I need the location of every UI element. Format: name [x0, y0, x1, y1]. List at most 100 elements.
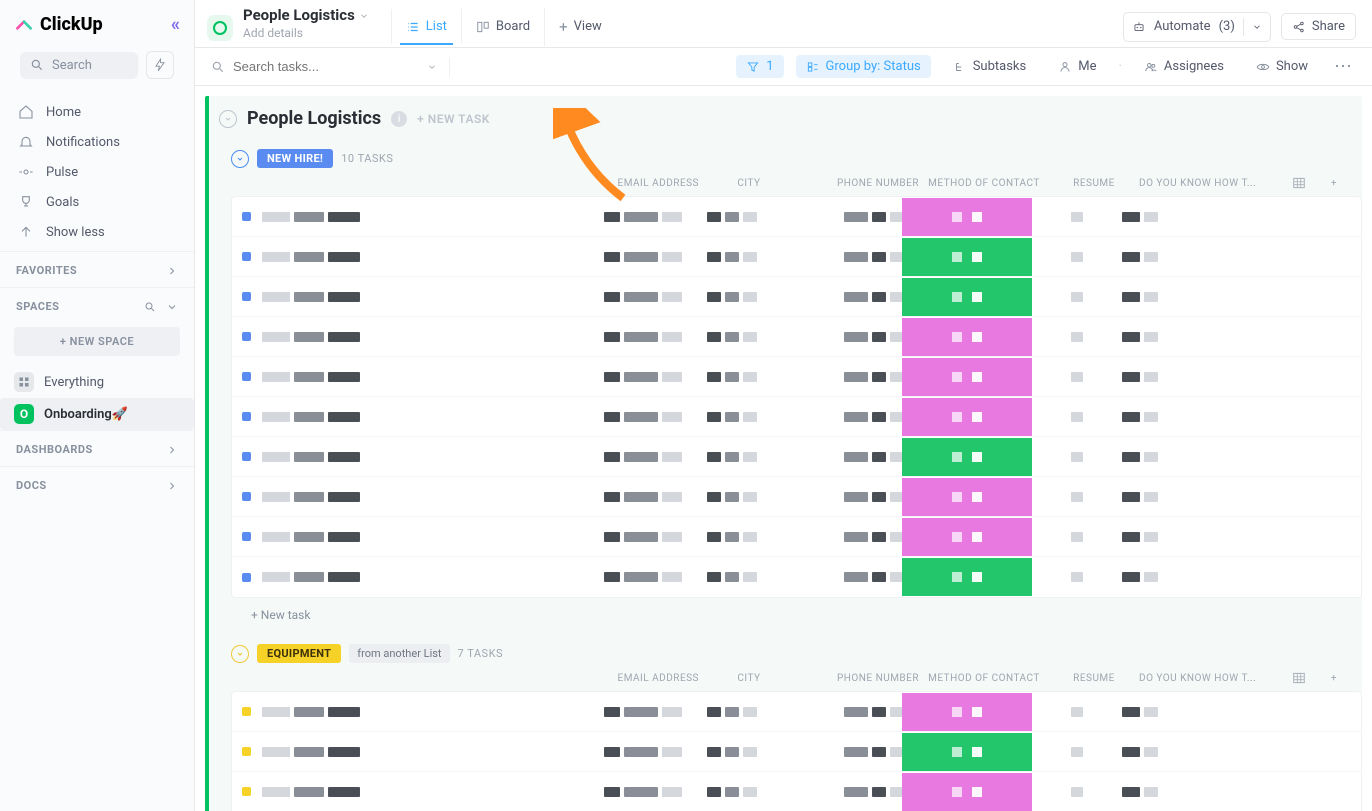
- nav-home[interactable]: Home: [0, 97, 194, 127]
- col-know[interactable]: DO YOU KNOW HOW T...: [1139, 178, 1279, 189]
- list-status-chip[interactable]: [207, 15, 233, 41]
- page-title[interactable]: People Logistics: [243, 6, 355, 26]
- status-pill[interactable]: EQUIPMENT: [257, 644, 341, 663]
- status-square[interactable]: [242, 372, 251, 381]
- status-square[interactable]: [242, 292, 251, 301]
- tab-list[interactable]: List: [391, 9, 461, 44]
- sidebar-collapse-icon[interactable]: «: [171, 14, 180, 35]
- task-search[interactable]: [211, 59, 411, 74]
- method-of-contact-cell[interactable]: [902, 733, 1032, 771]
- status-pill[interactable]: NEW HIRE!: [257, 149, 333, 168]
- method-of-contact-cell[interactable]: [902, 693, 1032, 731]
- status-square[interactable]: [242, 787, 251, 796]
- task-search-input[interactable]: [233, 59, 373, 74]
- task-row[interactable]: [232, 237, 1361, 277]
- task-row[interactable]: [232, 317, 1361, 357]
- collapse-group-icon[interactable]: [231, 645, 249, 663]
- search-icon[interactable]: [144, 301, 156, 313]
- share-button[interactable]: Share: [1281, 13, 1356, 40]
- status-square[interactable]: [242, 707, 251, 716]
- docs-section[interactable]: DOCS: [0, 466, 194, 502]
- nav-notifications[interactable]: Notifications: [0, 127, 194, 157]
- nav-goals[interactable]: Goals: [0, 187, 194, 217]
- col-email[interactable]: EMAIL ADDRESS: [559, 178, 699, 189]
- task-row[interactable]: [232, 477, 1361, 517]
- method-of-contact-cell[interactable]: [902, 773, 1032, 811]
- new-task-button[interactable]: + New task: [231, 598, 1362, 622]
- status-square[interactable]: [242, 412, 251, 421]
- method-of-contact-cell[interactable]: [902, 398, 1032, 436]
- add-view-button[interactable]: + View: [544, 8, 616, 46]
- add-column-icon[interactable]: +: [1331, 673, 1337, 684]
- method-of-contact-cell[interactable]: [902, 518, 1032, 556]
- task-row[interactable]: [232, 732, 1361, 772]
- new-task-ghost[interactable]: + NEW TASK: [417, 112, 490, 126]
- col-city[interactable]: CITY: [699, 178, 799, 189]
- tab-board[interactable]: Board: [461, 9, 544, 44]
- method-of-contact-cell[interactable]: [902, 438, 1032, 476]
- col-resume[interactable]: RESUME: [1049, 178, 1139, 189]
- col-moc[interactable]: METHOD OF CONTACT: [919, 673, 1049, 684]
- status-square[interactable]: [242, 212, 251, 221]
- assignees-chip[interactable]: Assignees: [1134, 55, 1234, 78]
- task-row[interactable]: [232, 692, 1361, 732]
- dashboards-section[interactable]: DASHBOARDS: [0, 430, 194, 466]
- status-square[interactable]: [242, 573, 251, 582]
- show-chip[interactable]: Show: [1246, 55, 1318, 78]
- task-row[interactable]: [232, 357, 1361, 397]
- quick-action-button[interactable]: [146, 51, 174, 79]
- col-city[interactable]: CITY: [699, 673, 799, 684]
- col-email[interactable]: EMAIL ADDRESS: [559, 673, 699, 684]
- subtasks-chip[interactable]: Subtasks: [943, 55, 1037, 78]
- task-row[interactable]: [232, 277, 1361, 317]
- page-subtitle[interactable]: Add details: [243, 26, 369, 42]
- sidebar-search[interactable]: Search: [20, 52, 138, 79]
- nav-show-less[interactable]: Show less: [0, 217, 194, 247]
- more-options[interactable]: ⋯: [1330, 56, 1356, 77]
- status-square[interactable]: [242, 492, 251, 501]
- space-onboarding[interactable]: O Onboarding🚀: [0, 398, 194, 430]
- status-square[interactable]: [242, 747, 251, 756]
- favorites-section[interactable]: FAVORITES: [0, 251, 194, 287]
- status-square[interactable]: [242, 452, 251, 461]
- task-row[interactable]: [232, 517, 1361, 557]
- nav-pulse[interactable]: Pulse: [0, 157, 194, 187]
- new-space-button[interactable]: + NEW SPACE: [14, 327, 180, 356]
- col-phone[interactable]: PHONE NUMBER: [799, 178, 919, 189]
- collapse-group-icon[interactable]: [231, 150, 249, 168]
- method-of-contact-cell[interactable]: [902, 358, 1032, 396]
- method-of-contact-cell[interactable]: [902, 238, 1032, 276]
- from-list-badge[interactable]: from another List: [349, 644, 449, 663]
- task-row[interactable]: [232, 397, 1361, 437]
- status-square[interactable]: [242, 532, 251, 541]
- col-resume[interactable]: RESUME: [1049, 673, 1139, 684]
- method-of-contact-cell[interactable]: [902, 558, 1032, 596]
- chevron-down-icon[interactable]: [359, 11, 369, 21]
- table-icon[interactable]: [1292, 671, 1306, 685]
- info-icon[interactable]: i: [391, 111, 407, 127]
- method-of-contact-cell[interactable]: [902, 318, 1032, 356]
- method-of-contact-cell[interactable]: [902, 278, 1032, 316]
- me-chip[interactable]: Me: [1048, 55, 1106, 78]
- table-icon[interactable]: [1292, 176, 1306, 190]
- groupby-chip[interactable]: Group by: Status: [796, 55, 931, 78]
- status-square[interactable]: [242, 332, 251, 341]
- task-row[interactable]: [232, 437, 1361, 477]
- add-column-icon[interactable]: +: [1331, 178, 1337, 189]
- status-square[interactable]: [242, 252, 251, 261]
- collapse-list-icon[interactable]: [219, 110, 237, 128]
- chevron-down-icon[interactable]: [166, 301, 178, 313]
- col-moc[interactable]: METHOD OF CONTACT: [919, 178, 1049, 189]
- logo[interactable]: ClickUp: [14, 14, 103, 35]
- chevron-down-icon[interactable]: [427, 62, 437, 72]
- task-row[interactable]: [232, 772, 1361, 811]
- space-everything[interactable]: Everything: [0, 366, 194, 398]
- filter-chip[interactable]: 1: [736, 55, 783, 78]
- task-row[interactable]: [232, 197, 1361, 237]
- task-row[interactable]: [232, 557, 1361, 597]
- method-of-contact-cell[interactable]: [902, 478, 1032, 516]
- col-know[interactable]: DO YOU KNOW HOW T...: [1139, 673, 1279, 684]
- method-of-contact-cell[interactable]: [902, 198, 1032, 236]
- col-phone[interactable]: PHONE NUMBER: [799, 673, 919, 684]
- automate-button[interactable]: Automate (3): [1123, 12, 1271, 42]
